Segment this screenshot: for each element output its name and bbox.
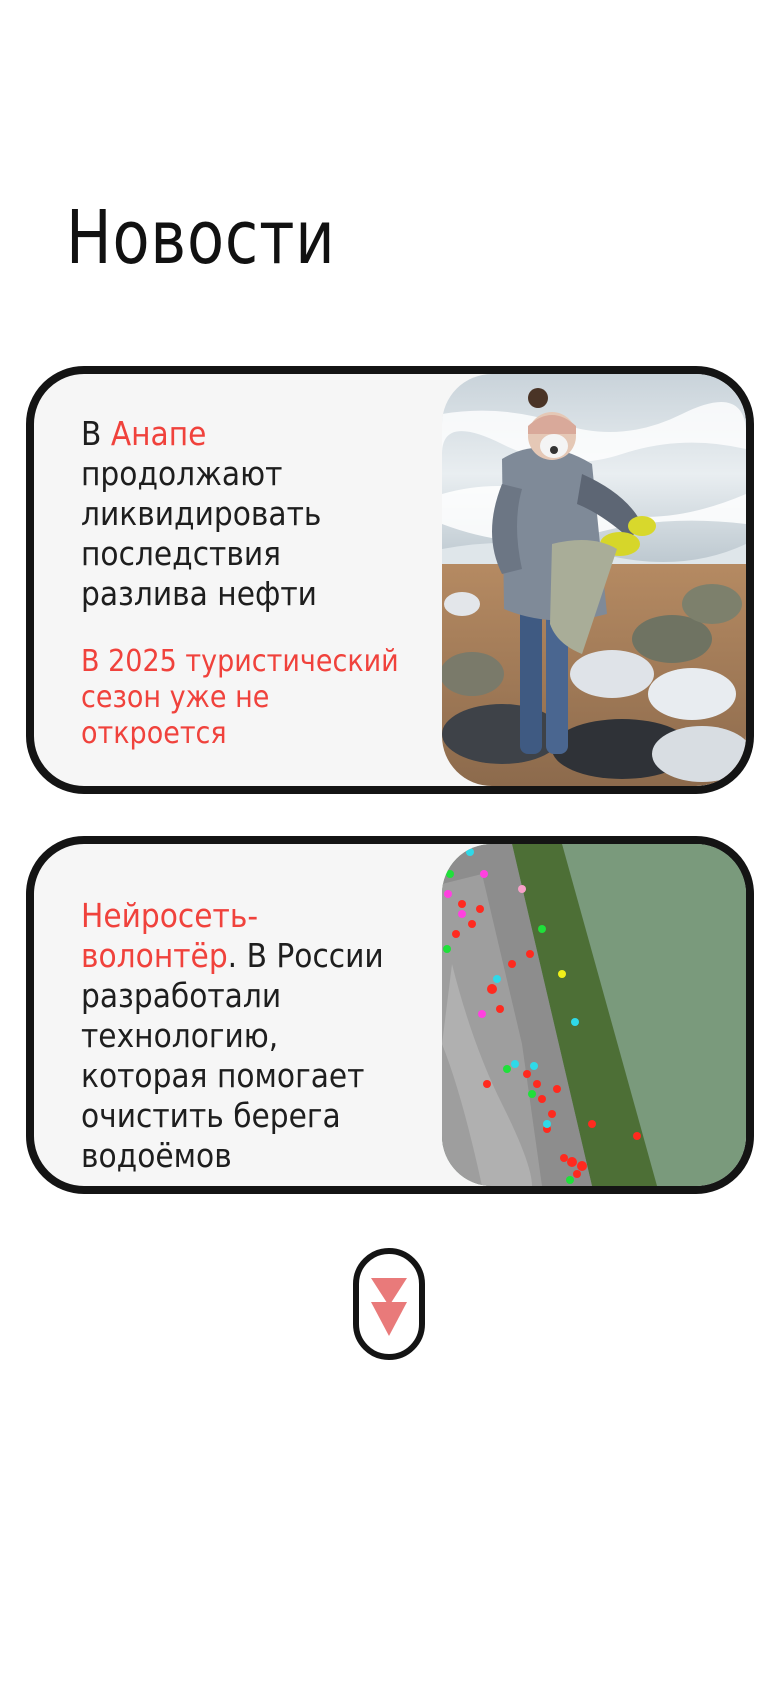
news-headline: В Анапе продолжают ликвидировать последс… — [81, 414, 387, 614]
news-headline: Нейросеть-волонтёр. В России разработали… — [81, 896, 405, 1176]
news-card-anapa[interactable]: В Анапе продолжают ликвидировать последс… — [26, 366, 754, 794]
news-subheadline: В 2025 туристический сезон уже не открое… — [81, 644, 399, 751]
headline-prefix: В — [81, 414, 111, 453]
page-title: Новости — [66, 195, 336, 281]
aerial-shoreline-detection-map — [442, 844, 746, 1186]
scroll-down-button[interactable] — [353, 1248, 425, 1360]
headline-accent[interactable]: Анапе — [111, 414, 207, 453]
double-chevron-down-icon — [371, 1278, 407, 1336]
volunteer-cleaning-beach-photo — [442, 374, 746, 786]
headline-rest: продолжают ликвидировать последствия раз… — [81, 454, 322, 613]
news-card-neural-volunteer[interactable]: Нейросеть-волонтёр. В России разработали… — [26, 836, 754, 1194]
